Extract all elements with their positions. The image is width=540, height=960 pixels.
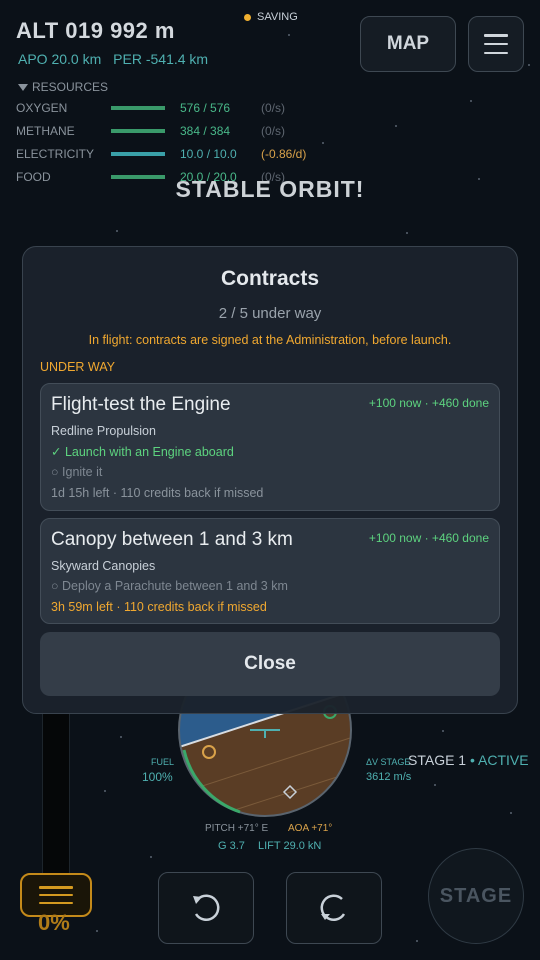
contract-reward: +100 now · +460 done (368, 531, 489, 545)
rotate-right-button[interactable] (286, 872, 382, 944)
rotate-ccw-icon (193, 894, 220, 921)
hamburger-icon (484, 34, 508, 54)
menu-button[interactable] (468, 16, 524, 72)
contract-deadline: 1d 15h left · 110 credits back if missed (51, 486, 264, 500)
resource-value: 384 / 384 (180, 124, 231, 138)
g-force-readout: G 3.7 (218, 840, 245, 852)
contract-title: Flight-test the Engine (51, 394, 231, 415)
resources-toggle[interactable]: RESOURCES (18, 80, 108, 94)
star (510, 812, 512, 814)
resource-bar-fill (111, 106, 165, 110)
resource-value: 10.0 / 10.0 (180, 147, 237, 161)
star (288, 34, 290, 36)
map-button[interactable]: MAP (360, 16, 456, 72)
star (416, 940, 418, 942)
section-header-under-way: UNDER WAY (40, 360, 115, 374)
saving-label: SAVING (257, 11, 298, 23)
rotate-cw-icon (320, 894, 346, 921)
contract-card[interactable]: Canopy between 1 and 3 km +100 now · +46… (40, 518, 500, 624)
task-completed: ✓ Launch with an Engine aboard (51, 445, 234, 459)
rotate-left-button[interactable] (158, 872, 254, 944)
resource-rate: (0/s) (261, 124, 285, 138)
contracts-dialog: Contracts 2 / 5 under way In flight: con… (22, 246, 518, 714)
throttle-percent: 0% (38, 910, 70, 935)
flight-warning-note: In flight: contracts are signed at the A… (88, 333, 452, 347)
stage-active-badge: • ACTIVE (469, 752, 529, 768)
resource-name: METHANE (16, 124, 75, 138)
star (322, 142, 324, 144)
status-banner: STABLE ORBIT! (175, 176, 365, 202)
altitude-readout: ALT 019 992 m (16, 18, 175, 43)
orbit-readout: APO 20.0 km PER -541.4 km (18, 51, 216, 67)
hamburger-icon (39, 886, 73, 904)
resource-bar (111, 152, 165, 156)
contract-reward: +100 now · +460 done (368, 396, 489, 410)
star (120, 736, 122, 738)
delta-v-label: ΔV STAGE (366, 757, 411, 767)
task-pending: ○ Deploy a Parachute between 1 and 3 km (51, 579, 288, 593)
close-button[interactable]: Close (40, 632, 500, 696)
star (104, 790, 106, 792)
pitch-readout: PITCH +71° E (205, 823, 269, 834)
star (442, 730, 444, 732)
saving-dot-icon (244, 13, 251, 21)
star (96, 930, 98, 932)
resource-name: OXYGEN (16, 101, 68, 115)
resource-bar-fill (111, 152, 165, 156)
stage-status: STAGE 1 • ACTIVE (408, 752, 529, 768)
saving-indicator: SAVING (244, 11, 298, 23)
resource-row: OXYGEN 576 / 576 (0/s) (16, 100, 316, 116)
stage-label: STAGE 1 (408, 752, 467, 768)
resource-row: METHANE 384 / 384 (0/s) (16, 123, 316, 139)
resource-bar (111, 129, 165, 133)
star (434, 784, 436, 786)
star (528, 64, 530, 66)
star (150, 856, 152, 858)
caret-down-icon (18, 83, 28, 91)
throttle-gauge[interactable] (42, 710, 70, 890)
contracts-count: 2 / 5 under way (218, 305, 322, 322)
periapsis-readout: PER -541.4 km (113, 51, 209, 67)
lift-readout: LIFT 29.0 kN (258, 840, 322, 852)
contract-card[interactable]: Flight-test the Engine +100 now · +460 d… (40, 383, 500, 511)
resource-name: ELECTRICITY (16, 147, 95, 161)
star (406, 232, 408, 234)
resource-rate: (0/s) (261, 101, 285, 115)
fuel-percent: 100% (142, 770, 173, 784)
dialog-title: Contracts (220, 267, 320, 290)
task-pending: ○ Ignite it (51, 465, 103, 479)
game-viewport: ALT 019 992 m APO 20.0 km PER -541.4 km … (0, 0, 540, 960)
contract-title: Canopy between 1 and 3 km (51, 529, 293, 550)
resources-title: RESOURCES (32, 80, 109, 94)
aoa-readout: AOA +71° (288, 823, 333, 834)
resource-bar (111, 106, 165, 110)
star (395, 125, 397, 127)
contract-client: Redline Propulsion (51, 424, 156, 438)
star (470, 100, 472, 102)
resource-value: 576 / 576 (180, 101, 231, 115)
resource-rate: (-0.86/d) (261, 147, 307, 161)
apoapsis-readout: APO 20.0 km (18, 51, 102, 67)
contract-deadline: 3h 59m left · 110 credits back if missed (51, 600, 267, 614)
resource-row: ELECTRICITY 10.0 / 10.0 (-0.86/d) (16, 146, 316, 162)
delta-v-value: 3612 m/s (366, 771, 412, 783)
contract-client: Skyward Canopies (51, 559, 156, 573)
resource-bar-fill (111, 129, 165, 133)
fuel-label: FUEL (151, 757, 175, 767)
stage-button[interactable]: STAGE (428, 848, 524, 944)
star (116, 230, 118, 232)
